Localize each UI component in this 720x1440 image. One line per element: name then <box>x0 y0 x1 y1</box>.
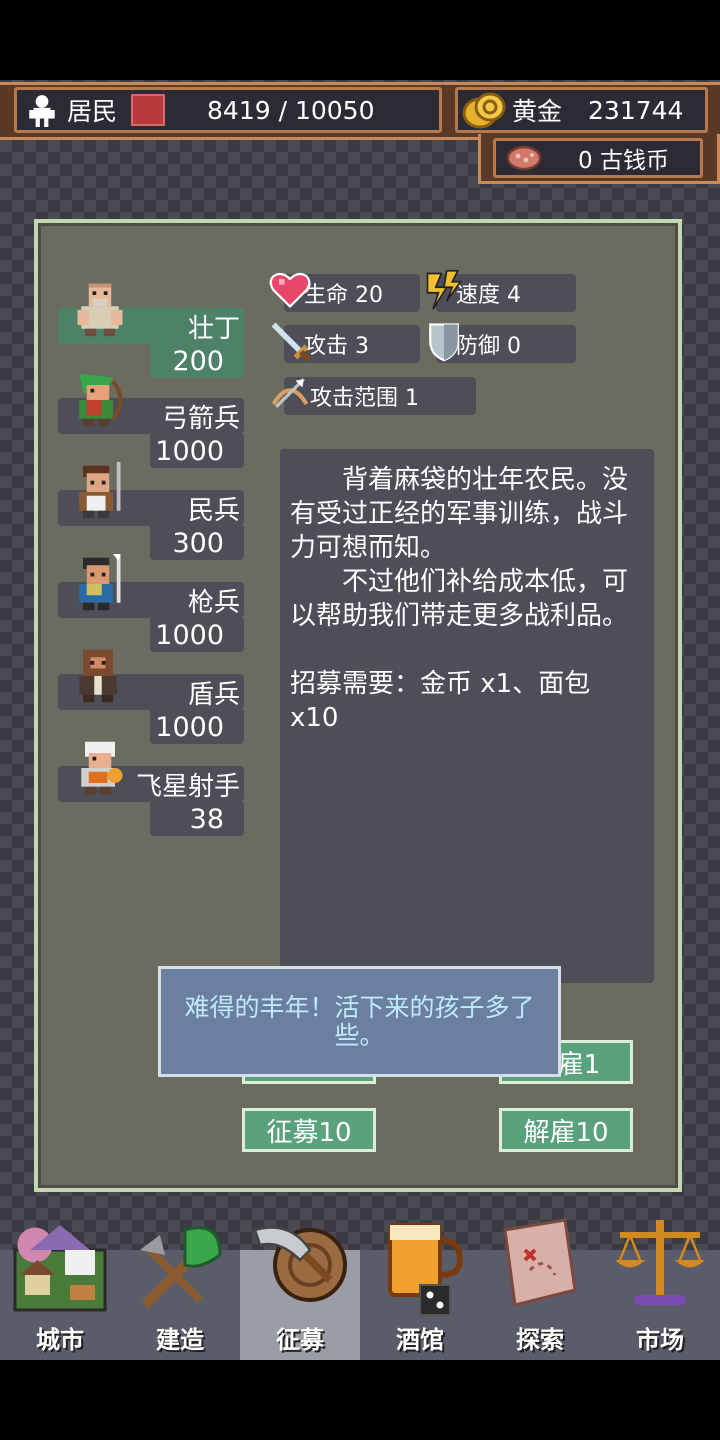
gold-value: 231744 <box>588 95 684 125</box>
gold-coin-icon <box>462 92 506 129</box>
unit-name: 枪兵 <box>187 588 240 618</box>
gold-label: 黄金 <box>512 97 563 126</box>
nav-item-city[interactable]: 城市 <box>0 1225 120 1360</box>
stat-range: 攻击范围 1 <box>271 377 476 415</box>
description-paragraph-1: 背着麻袋的壮年农民。没有受过正经的军事训练，战斗力可想而知。 <box>290 465 629 563</box>
toast-message: 难得的丰年！活下来的孩子多了些。 <box>184 992 535 1050</box>
build-icon <box>140 1226 222 1309</box>
stat-range-text: 攻击范围 1 <box>310 386 419 411</box>
militia-sprite-icon <box>79 462 121 519</box>
unit-count: 300 <box>172 528 224 559</box>
recruit-cost-text: 招募需要：金币 x1、面包 x10 <box>290 669 591 733</box>
explore-icon <box>503 1218 577 1307</box>
unit-item-star-shooter[interactable]: 飞星射手 38 <box>58 741 244 838</box>
unit-count: 1000 <box>155 712 224 743</box>
stat-hp-text: 生命 20 <box>304 283 383 308</box>
nav-item-recruit[interactable]: 征募 <box>240 1226 360 1360</box>
unit-name: 弓箭兵 <box>161 404 240 434</box>
unit-item-archer[interactable]: 弓箭兵 1000 <box>58 373 244 470</box>
person-icon <box>29 95 55 127</box>
unit-description: 背着麻袋的壮年农民。没有受过正经的军事训练，战斗力可想而知。 不过他们补给成本低… <box>280 449 654 983</box>
stat-attack-text: 攻击 3 <box>304 334 369 359</box>
unit-item-peasant[interactable]: 壮丁 200 <box>58 283 244 380</box>
nav-item-build[interactable]: 建造 <box>120 1226 240 1360</box>
stat-speed: 速度 4 <box>426 269 576 312</box>
population-bar <box>131 94 166 126</box>
lightning-icon <box>426 269 463 310</box>
heart-icon <box>269 272 311 309</box>
event-toast[interactable]: 难得的丰年！活下来的孩子多了些。 <box>158 966 561 1077</box>
unit-count: 38 <box>189 804 224 835</box>
unit-name: 壮丁 <box>187 314 240 344</box>
archer-sprite-icon <box>79 373 123 427</box>
stat-hp: 生命 20 <box>269 272 420 312</box>
unit-name: 民兵 <box>187 496 240 526</box>
unit-item-militia[interactable]: 民兵 300 <box>58 462 244 562</box>
nav-label-market: 市场 <box>636 1326 684 1354</box>
market-icon <box>615 1220 705 1305</box>
recruit-10-button[interactable]: 征募10 <box>242 1108 376 1152</box>
gold-box: 黄金 231744 <box>455 87 708 133</box>
description-paragraph-2: 不过他们补给成本低，可以帮助我们带走更多战利品。 <box>290 567 629 631</box>
unit-count: 1000 <box>155 620 224 651</box>
stat-defense: 防御 0 <box>429 323 576 363</box>
unit-name: 飞星射手 <box>135 772 240 802</box>
peasant-sprite-icon <box>77 283 123 337</box>
nav-label-tavern: 酒馆 <box>396 1326 444 1354</box>
meat-icon <box>506 145 542 171</box>
dismiss-10-button[interactable]: 解雇10 <box>499 1108 633 1152</box>
spearman-sprite-icon <box>79 554 121 611</box>
ancient-coin-box: 0 古钱币 <box>493 138 703 178</box>
crossbow-icon <box>271 378 309 408</box>
star-shooter-sprite-icon <box>81 741 123 795</box>
city-icon <box>13 1225 107 1312</box>
unit-name: 盾兵 <box>187 680 240 710</box>
population-label: 居民 <box>67 97 118 126</box>
tavern-icon <box>388 1223 464 1316</box>
nav-item-market[interactable]: 市场 <box>600 1220 720 1360</box>
bottom-nav: 城市 建造 征募 酒馆 探索 市场 <box>0 1218 720 1360</box>
nav-label-build: 建造 <box>156 1326 204 1354</box>
population-box: 居民 8419 / 10050 <box>14 87 442 133</box>
stat-attack: 攻击 3 <box>271 322 420 363</box>
population-value: 8419 / 10050 <box>207 95 375 125</box>
unit-count: 1000 <box>155 436 224 467</box>
nav-item-tavern[interactable]: 酒馆 <box>360 1223 480 1360</box>
sword-icon <box>271 322 312 363</box>
shield-icon <box>429 323 459 362</box>
ancient-coin-value: 0 古钱币 <box>578 148 669 174</box>
unit-count: 200 <box>172 346 224 377</box>
nav-label-recruit: 征募 <box>276 1326 324 1354</box>
nav-label-explore: 探索 <box>516 1326 564 1354</box>
unit-item-shieldman[interactable]: 盾兵 1000 <box>58 649 244 746</box>
nav-item-explore[interactable]: 探索 <box>480 1218 600 1360</box>
unit-item-spearman[interactable]: 枪兵 1000 <box>58 554 244 654</box>
nav-label-city: 城市 <box>36 1326 84 1354</box>
shieldman-sprite-icon <box>79 649 117 703</box>
recruit-icon <box>253 1226 347 1302</box>
